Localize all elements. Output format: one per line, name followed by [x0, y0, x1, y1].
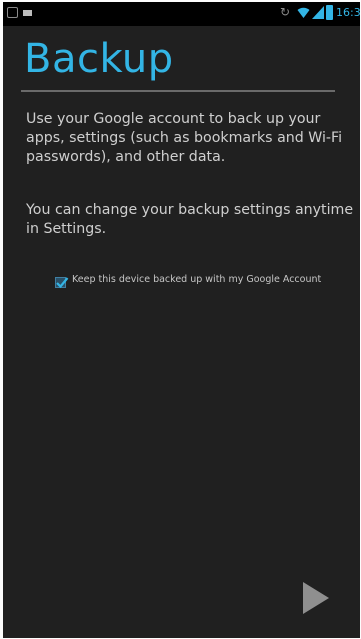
screen: ↻ 16:31 Backup Use your Google account t… [3, 2, 360, 638]
status-time: 16:31 [336, 6, 360, 19]
status-bar: ↻ 16:31 [3, 2, 360, 26]
check-icon [56, 277, 69, 289]
backup-checkbox-label[interactable]: Keep this device backed up with my Googl… [72, 273, 332, 287]
signal-icon [312, 6, 324, 19]
page-title: Backup [24, 36, 174, 82]
backup-checkbox-row[interactable]: Keep this device backed up with my Googl… [49, 269, 339, 309]
notification-icon [7, 7, 18, 18]
title-divider [21, 90, 335, 92]
wifi-icon [297, 7, 310, 18]
battery-icon [326, 5, 333, 20]
backup-description: Use your Google account to back up your … [26, 111, 343, 165]
next-button[interactable] [299, 578, 333, 618]
backup-checkbox[interactable] [55, 277, 69, 289]
backup-settings-note: You can change your backup settings anyt… [26, 202, 354, 237]
play-arrow-icon [303, 582, 329, 614]
sync-icon: ↻ [280, 5, 291, 19]
message-icon [23, 10, 32, 16]
